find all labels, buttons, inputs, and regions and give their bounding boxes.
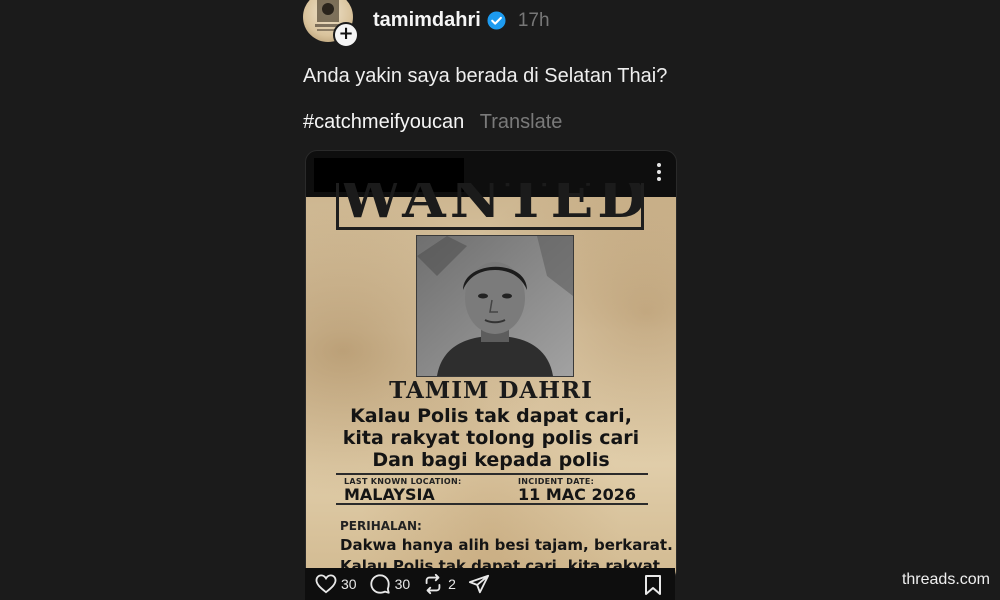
follow-plus-icon[interactable]: +: [333, 22, 359, 48]
description-label: PERIHALAN:: [340, 519, 422, 533]
avatar[interactable]: +: [303, 0, 359, 48]
source-watermark: threads.com: [901, 571, 990, 588]
wanted-heading: WANTED: [339, 183, 644, 230]
reply-count: 30: [394, 576, 411, 592]
username[interactable]: tamimdahri: [373, 9, 481, 32]
send-icon: [468, 574, 490, 594]
poster-slogan-line: kita rakyat tolong polis cari: [342, 427, 640, 449]
wanted-poster-image: WANTED TAMIM DAHRI Kalau Polis tak dapat…: [306, 183, 676, 581]
like-button[interactable]: 30: [315, 574, 357, 594]
repost-icon: [425, 573, 441, 595]
suspect-photo: [416, 235, 574, 377]
hashtag-link[interactable]: #catchmeifyoucan: [303, 111, 464, 133]
post-timestamp[interactable]: 17h: [518, 10, 550, 32]
share-button[interactable]: [468, 573, 490, 595]
like-count: 30: [341, 576, 357, 592]
post-action-bar: 30 30 2: [305, 568, 675, 600]
incident-date-value: 11 MAC 2026: [518, 485, 636, 504]
poster-divider: [336, 503, 648, 505]
poster-slogan-line: Dan bagi kepada polis: [372, 449, 610, 471]
verified-badge-icon: [487, 11, 506, 30]
more-options-icon[interactable]: [656, 163, 662, 185]
repost-count: 2: [448, 576, 456, 592]
media-card[interactable]: WANTED TAMIM DAHRI Kalau Polis tak dapat…: [305, 150, 677, 582]
bookmark-icon[interactable]: [643, 574, 663, 596]
poster-name: TAMIM DAHRI: [389, 377, 593, 404]
post-tags-row: #catchmeifyoucan Translate: [303, 111, 562, 134]
post-header: tamimdahri 17h: [373, 9, 550, 32]
poster-divider: [336, 473, 648, 475]
description-line: Dakwa hanya alih besi tajam, berkarat.: [340, 536, 673, 554]
repost-button[interactable]: 2: [422, 573, 456, 595]
wanted-heading-box: WANTED: [336, 183, 644, 230]
poster-slogan-line: Kalau Polis tak dapat cari,: [350, 405, 632, 427]
location-value: MALAYSIA: [344, 485, 435, 504]
post-caption: Anda yakin saya berada di Selatan Thai?: [303, 65, 668, 87]
reply-button[interactable]: 30: [369, 573, 411, 595]
comment-icon: [369, 574, 390, 594]
heart-icon: [315, 574, 337, 594]
translate-link[interactable]: Translate: [480, 111, 563, 133]
